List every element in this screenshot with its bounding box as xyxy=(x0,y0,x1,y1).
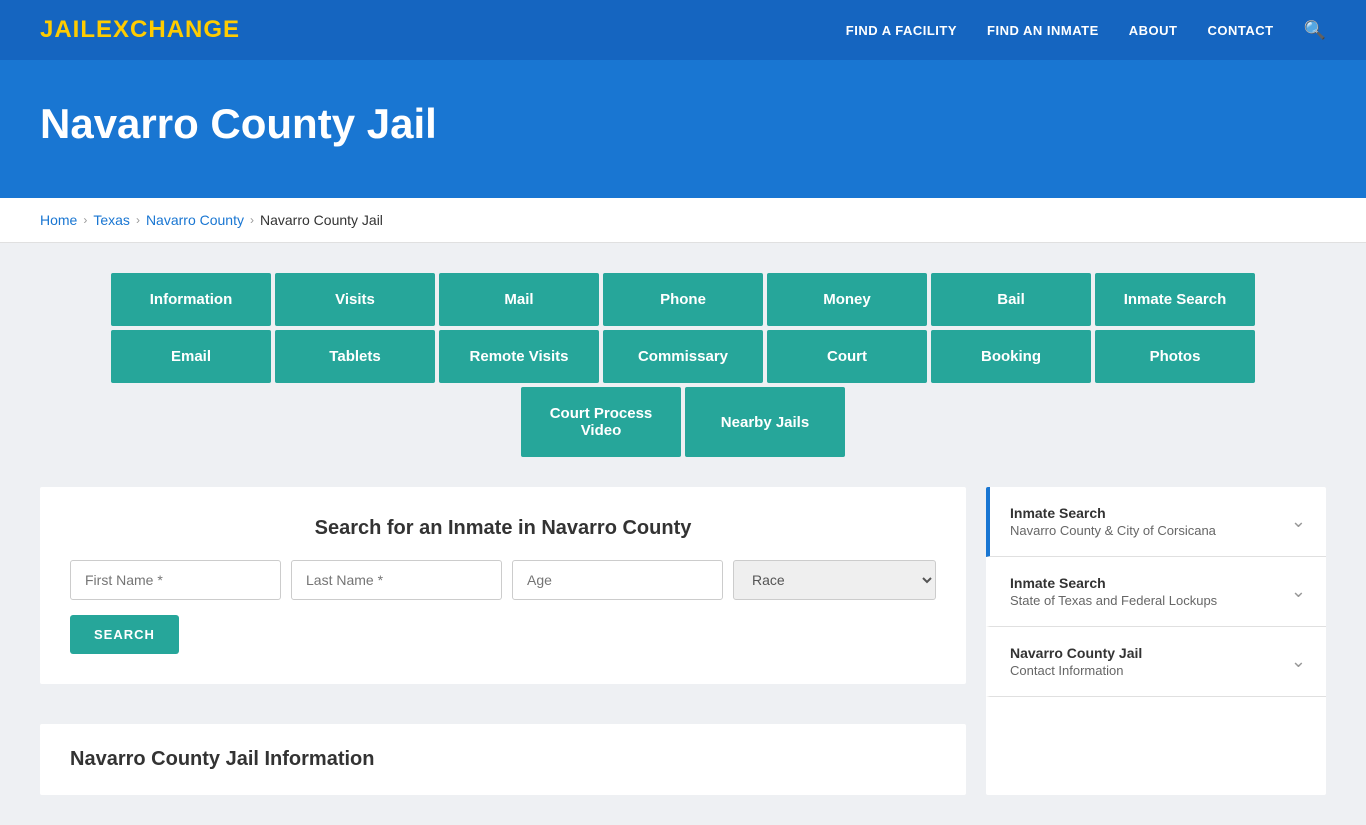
chevron-down-icon-0: ⌄ xyxy=(1291,511,1306,532)
grid-row-2: Email Tablets Remote Visits Commissary C… xyxy=(40,330,1326,383)
logo-part2: EXCHANGE xyxy=(96,16,240,43)
btn-bail[interactable]: Bail xyxy=(931,273,1091,326)
btn-email[interactable]: Email xyxy=(111,330,271,383)
nav-about[interactable]: ABOUT xyxy=(1129,23,1178,38)
logo-part1: JAIL xyxy=(40,16,96,43)
hero-section: Navarro County Jail xyxy=(0,60,1366,198)
breadcrumb-texas[interactable]: Texas xyxy=(93,212,130,228)
info-section: Navarro County Jail Information xyxy=(40,724,966,795)
page-title: Navarro County Jail xyxy=(40,100,1326,148)
main-content: Information Visits Mail Phone Money Bail… xyxy=(0,243,1366,825)
btn-nearby-jails[interactable]: Nearby Jails xyxy=(685,387,845,457)
btn-commissary[interactable]: Commissary xyxy=(603,330,763,383)
sidebar-item-2-subtitle: Contact Information xyxy=(1010,663,1142,678)
sidebar-item-0-title: Inmate Search xyxy=(1010,505,1216,521)
sidebar-item-1[interactable]: Inmate Search State of Texas and Federal… xyxy=(986,557,1326,627)
nav-find-inmate[interactable]: FIND AN INMATE xyxy=(987,23,1099,38)
btn-money[interactable]: Money xyxy=(767,273,927,326)
btn-booking[interactable]: Booking xyxy=(931,330,1091,383)
breadcrumb-sep-2: › xyxy=(136,213,140,227)
btn-mail[interactable]: Mail xyxy=(439,273,599,326)
first-name-input[interactable] xyxy=(70,560,281,600)
btn-visits[interactable]: Visits xyxy=(275,273,435,326)
sidebar-item-2-title: Navarro County Jail xyxy=(1010,645,1142,661)
button-grid: Information Visits Mail Phone Money Bail… xyxy=(40,273,1326,457)
breadcrumb-sep-1: › xyxy=(83,213,87,227)
search-button[interactable]: SEARCH xyxy=(70,615,179,654)
search-title: Search for an Inmate in Navarro County xyxy=(70,517,936,540)
btn-court-process-video[interactable]: Court Process Video xyxy=(521,387,681,457)
grid-row-3: Court Process Video Nearby Jails xyxy=(40,387,1326,457)
sidebar-item-1-subtitle: State of Texas and Federal Lockups xyxy=(1010,593,1217,608)
race-select[interactable]: Race White Black Hispanic Asian Other xyxy=(733,560,936,600)
sidebar-item-2[interactable]: Navarro County Jail Contact Information … xyxy=(986,627,1326,697)
search-section: Search for an Inmate in Navarro County R… xyxy=(40,487,966,684)
btn-photos[interactable]: Photos xyxy=(1095,330,1255,383)
chevron-down-icon-2: ⌄ xyxy=(1291,651,1306,672)
grid-row-1: Information Visits Mail Phone Money Bail… xyxy=(40,273,1326,326)
breadcrumb-navarro-county[interactable]: Navarro County xyxy=(146,212,244,228)
nav-contact[interactable]: CONTACT xyxy=(1207,23,1273,38)
last-name-input[interactable] xyxy=(291,560,502,600)
btn-remote-visits[interactable]: Remote Visits xyxy=(439,330,599,383)
logo[interactable]: JAILEXCHANGE xyxy=(40,16,240,44)
age-input[interactable] xyxy=(512,560,723,600)
chevron-down-icon-1: ⌄ xyxy=(1291,581,1306,602)
btn-tablets[interactable]: Tablets xyxy=(275,330,435,383)
sidebar-item-0[interactable]: Inmate Search Navarro County & City of C… xyxy=(986,487,1326,557)
nav-find-facility[interactable]: FIND A FACILITY xyxy=(846,23,957,38)
btn-inmate-search[interactable]: Inmate Search xyxy=(1095,273,1255,326)
sidebar-item-1-title: Inmate Search xyxy=(1010,575,1217,591)
btn-phone[interactable]: Phone xyxy=(603,273,763,326)
breadcrumb-sep-3: › xyxy=(250,213,254,227)
sidebar: Inmate Search Navarro County & City of C… xyxy=(986,487,1326,795)
breadcrumb-current: Navarro County Jail xyxy=(260,212,383,228)
btn-information[interactable]: Information xyxy=(111,273,271,326)
search-form-row: Race White Black Hispanic Asian Other xyxy=(70,560,936,600)
breadcrumb: Home › Texas › Navarro County › Navarro … xyxy=(0,198,1366,243)
search-icon[interactable]: 🔍 xyxy=(1304,20,1326,41)
sidebar-item-0-subtitle: Navarro County & City of Corsicana xyxy=(1010,523,1216,538)
nav: FIND A FACILITY FIND AN INMATE ABOUT CON… xyxy=(846,20,1326,41)
header: JAILEXCHANGE FIND A FACILITY FIND AN INM… xyxy=(0,0,1366,60)
content-area: Search for an Inmate in Navarro County R… xyxy=(40,487,1326,795)
breadcrumb-home[interactable]: Home xyxy=(40,212,77,228)
btn-court[interactable]: Court xyxy=(767,330,927,383)
